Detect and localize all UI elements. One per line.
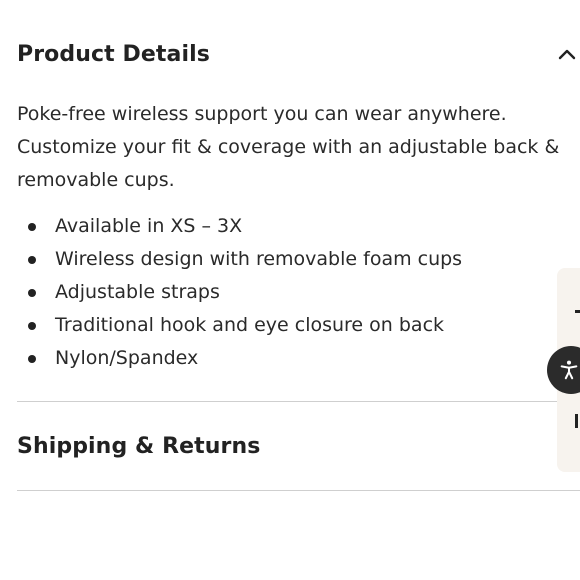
- feature-item: Available in XS – 3X: [17, 210, 462, 243]
- feature-text: Traditional hook and eye closure on back: [55, 314, 445, 336]
- bullet-icon: [28, 223, 36, 231]
- feature-item: Adjustable straps: [17, 276, 462, 309]
- feature-item: Wireless design with removable foam cups: [17, 243, 462, 276]
- shipping-returns-title: Shipping & Returns: [17, 433, 261, 459]
- accessibility-button[interactable]: [547, 346, 580, 394]
- feature-item: Nylon/Spandex: [17, 342, 462, 375]
- bullet-icon: [28, 322, 36, 330]
- feature-list: Available in XS – 3X Wireless design wit…: [17, 210, 462, 375]
- shipping-returns-header[interactable]: Shipping & Returns: [17, 402, 557, 490]
- side-widget-glyph: [575, 310, 580, 313]
- product-details-header[interactable]: Product Details: [17, 0, 580, 108]
- description-line: removable cups.: [17, 169, 175, 191]
- feature-text: Wireless design with removable foam cups: [55, 248, 463, 270]
- product-description: Poke-free wireless support you can wear …: [17, 98, 580, 197]
- product-info-page: Product Details Poke-free wireless suppo…: [0, 0, 580, 580]
- accessibility-icon: [560, 360, 578, 380]
- feature-text: Available in XS – 3X: [55, 215, 243, 237]
- feature-item: Traditional hook and eye closure on back: [17, 309, 462, 342]
- description-line: Customize your fit & coverage with an ad…: [17, 136, 560, 158]
- side-widget-glyph: [575, 414, 578, 428]
- bullet-icon: [28, 355, 36, 363]
- description-line: Poke-free wireless support you can wear …: [17, 103, 507, 125]
- chevron-up-icon[interactable]: [556, 43, 578, 65]
- bullet-icon: [28, 256, 36, 264]
- section-divider: [17, 490, 580, 491]
- feature-text: Nylon/Spandex: [55, 347, 199, 369]
- product-details-accordion: Product Details: [17, 0, 580, 108]
- feature-text: Adjustable straps: [55, 281, 220, 303]
- product-details-title: Product Details: [17, 41, 210, 67]
- bullet-icon: [28, 289, 36, 297]
